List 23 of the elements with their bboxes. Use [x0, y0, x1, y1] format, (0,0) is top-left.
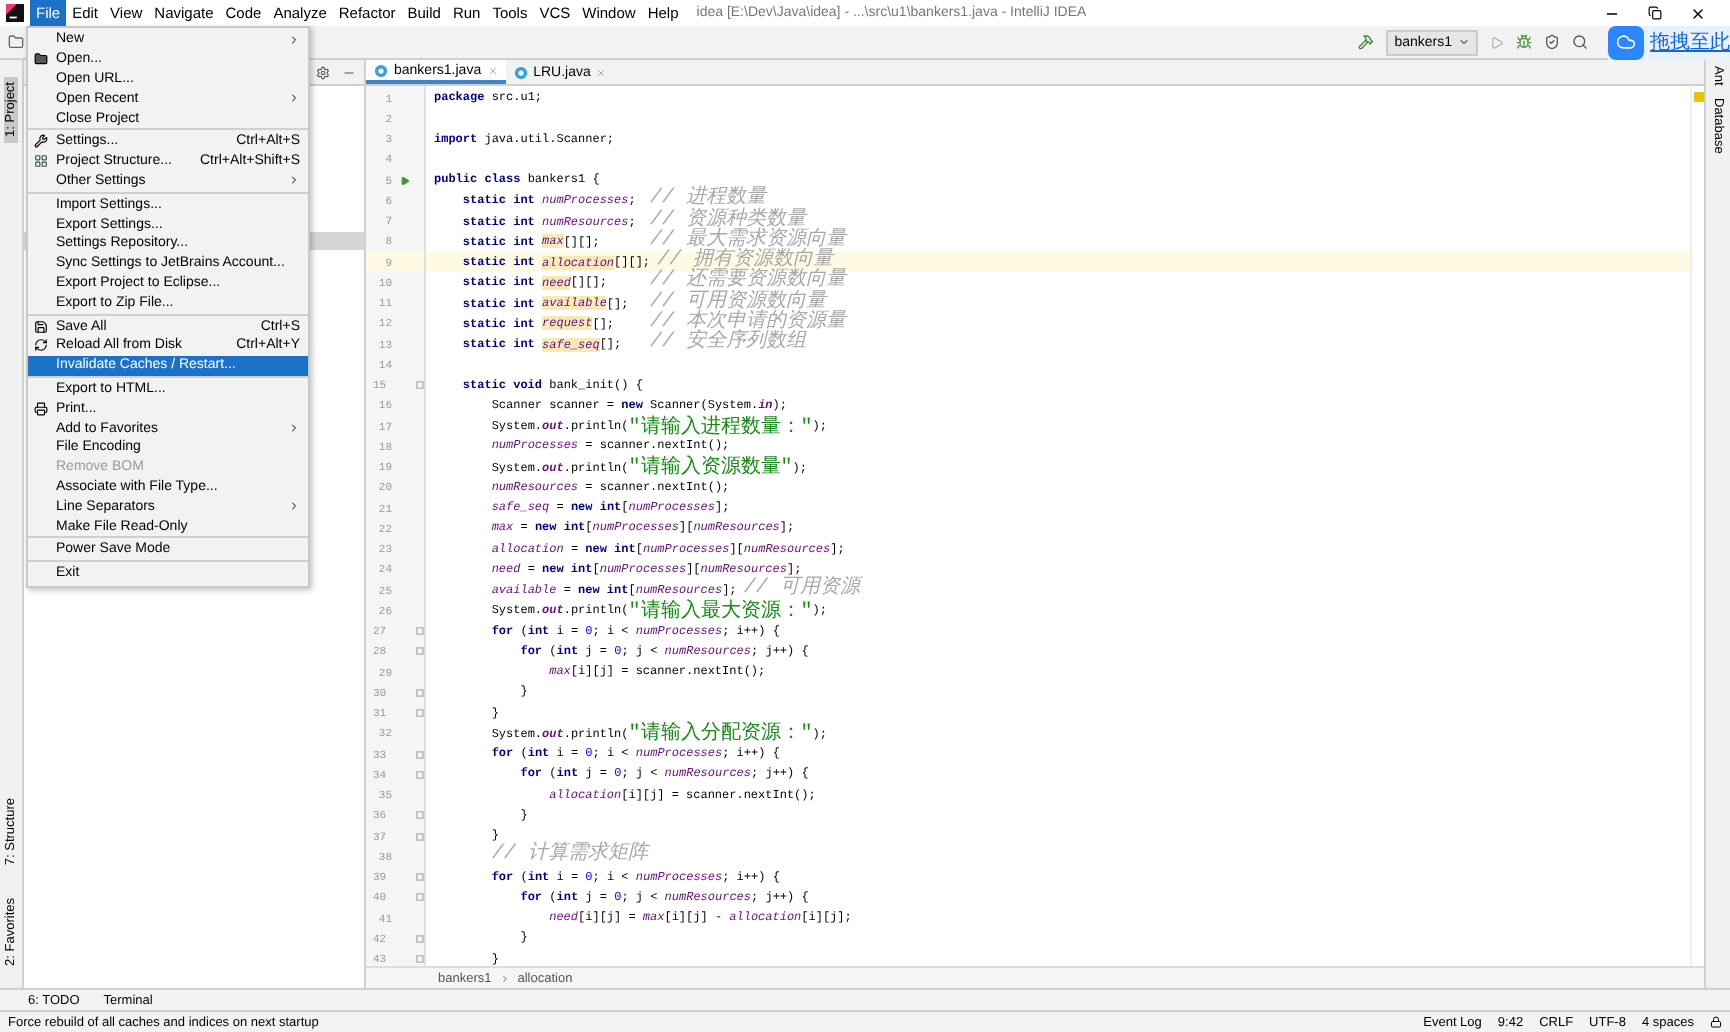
code-line: // 计算需求矩阵	[489, 846, 652, 867]
printer-icon	[34, 401, 48, 416]
wrench-icon	[34, 134, 48, 149]
restore-icon[interactable]	[1648, 5, 1662, 19]
folder-icon	[34, 52, 48, 67]
run-icon[interactable]	[400, 175, 410, 186]
search-icon[interactable]	[1572, 34, 1588, 50]
java-file-icon	[374, 63, 388, 77]
project-icon[interactable]	[8, 34, 24, 50]
reload-icon	[34, 338, 48, 353]
java-file-icon	[513, 65, 528, 79]
caret-icon	[1458, 36, 1470, 48]
lock-icon[interactable]	[1710, 1016, 1722, 1028]
grid-icon	[34, 154, 48, 169]
run-icon[interactable]	[1490, 35, 1504, 49]
hammer-icon[interactable]	[1358, 34, 1375, 50]
chevron-icon	[499, 973, 510, 983]
fold-icon[interactable]	[416, 380, 424, 391]
save-icon	[34, 319, 48, 334]
close-icon[interactable]	[1690, 5, 1706, 21]
warning-marker[interactable]	[1693, 92, 1703, 102]
debug-icon[interactable]	[1516, 34, 1532, 50]
settings-icon[interactable]	[316, 65, 330, 79]
